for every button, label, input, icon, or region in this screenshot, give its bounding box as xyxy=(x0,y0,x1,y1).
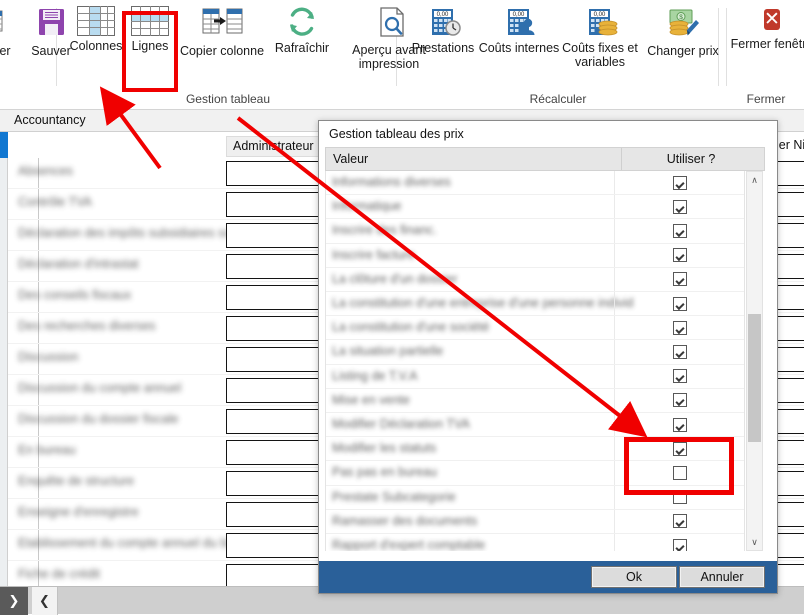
table-row-label: Des conseils fiscaux xyxy=(18,288,132,302)
ribbon-group-label-recalculer: Récalculer xyxy=(529,92,587,106)
nav-prev-button[interactable]: ❮ xyxy=(32,587,58,615)
dialog-row-label: Prestate Subcategorie xyxy=(332,489,456,504)
dialog-row-checkbox-cell[interactable] xyxy=(615,244,744,267)
ribbon-group-label-gestion-tableau: Gestion tableau xyxy=(185,92,271,106)
dialog-column-header: Valeur Utiliser ? xyxy=(325,147,765,171)
dialog-row-checkbox-cell[interactable] xyxy=(615,340,744,363)
dialog-row-label: La clôture d'un dossier xyxy=(332,271,458,286)
dialog-row-label: Pas pas en bureau xyxy=(332,465,437,480)
dialog-row-label: Rapport d'expert comptable xyxy=(332,538,486,551)
dialog-row-label: La situation partielle xyxy=(332,344,444,359)
checkbox-checked-icon[interactable] xyxy=(673,514,687,529)
dialog-row[interactable]: Informatique xyxy=(326,195,744,220)
checkbox-checked-icon[interactable] xyxy=(673,199,687,214)
dialog-row-label: Inscrire facture xyxy=(332,247,415,262)
dialog-row[interactable]: Mise en vente xyxy=(326,388,744,413)
table-row-label: Discussion du compte annuel xyxy=(18,381,182,395)
dialog-row-label: Informatique xyxy=(332,199,402,214)
highlight-box-unchecked-rows xyxy=(624,437,734,495)
checkbox-checked-icon[interactable] xyxy=(673,320,687,335)
dialog-row-label: Informations diverses xyxy=(332,175,451,189)
checkbox-checked-icon[interactable] xyxy=(673,393,687,408)
dialog-row-checkbox-cell[interactable] xyxy=(615,389,744,412)
checkbox-checked-icon[interactable] xyxy=(673,369,687,384)
dialog-row-label: La constitution d'une entreprise d'une p… xyxy=(332,296,634,310)
dialog-row[interactable]: Modifier Déclaration TVA xyxy=(326,413,744,438)
cancel-button[interactable]: Annuler xyxy=(679,566,765,588)
dialog-row[interactable]: La clôture d'un dossier xyxy=(326,267,744,292)
scroll-thumb[interactable] xyxy=(748,314,761,442)
dialog-row[interactable]: Informations diverses xyxy=(326,171,744,196)
dialog-row-checkbox-cell[interactable] xyxy=(615,195,744,218)
checkbox-checked-icon[interactable] xyxy=(673,417,687,432)
table-row-label: Discussion xyxy=(18,350,79,364)
dialog-row-label: Listing de T.V.A xyxy=(332,368,418,383)
table-row-label: Déclaration des impôts subsidiaires soci xyxy=(18,226,241,240)
table-row-label: Absences xyxy=(18,164,73,178)
dialog-row[interactable]: Inscrire facture xyxy=(326,243,744,268)
checkbox-checked-icon[interactable] xyxy=(673,538,687,551)
dialog-row-checkbox-cell[interactable] xyxy=(615,268,744,291)
dialog-row-checkbox-cell[interactable] xyxy=(615,510,744,533)
dialog-row[interactable]: La situation partielle xyxy=(326,340,744,365)
dialog-row-checkbox-cell[interactable] xyxy=(615,171,744,194)
ribbon-separator-4 xyxy=(726,8,727,86)
ok-button[interactable]: Ok xyxy=(591,566,677,588)
ribbon-group-label-fermer: Fermer xyxy=(746,92,786,106)
dialog-row-label: Modifier les statuts xyxy=(332,441,437,456)
row-header-selected[interactable] xyxy=(0,132,8,158)
dialog-row-checkbox-cell[interactable] xyxy=(615,219,744,242)
dialog-row-checkbox-cell[interactable] xyxy=(615,413,744,436)
checkbox-checked-icon[interactable] xyxy=(673,175,687,190)
gestion-tableau-des-prix-dialog: Gestion tableau des prix Valeur Utiliser… xyxy=(318,120,778,594)
dialog-row-checkbox-cell[interactable] xyxy=(615,292,744,315)
dialog-column-utiliser[interactable]: Utiliser ? xyxy=(626,148,756,170)
dialog-row[interactable]: La constitution d'une entreprise d'une p… xyxy=(326,292,744,317)
checkbox-checked-icon[interactable] xyxy=(673,248,687,263)
table-row-label: Fiche de crédit xyxy=(18,567,100,581)
checkbox-checked-icon[interactable] xyxy=(673,344,687,359)
dialog-vertical-scrollbar[interactable]: ∧ ∨ xyxy=(746,171,763,551)
dialog-row-checkbox-cell[interactable] xyxy=(615,534,744,551)
dialog-row[interactable]: Ramasser des documents xyxy=(326,509,744,534)
table-row-label: En bureau xyxy=(18,443,76,457)
table-row-label: Des recherches diverses xyxy=(18,319,156,333)
table-row-label: Enquête de structure xyxy=(18,474,135,488)
checkbox-checked-icon[interactable] xyxy=(673,272,687,287)
table-row-label: Enseigne d'enregistre xyxy=(18,505,139,519)
ribbon-group-gestion-tableau: Gestion tableau xyxy=(60,0,396,110)
ribbon-group-fermer: Fermer xyxy=(728,0,804,110)
dialog-column-divider xyxy=(621,148,622,170)
dialog-row[interactable]: Inscrire des financ. xyxy=(326,219,744,244)
dialog-row[interactable]: Listing de T.V.A xyxy=(326,364,744,389)
checkbox-checked-icon[interactable] xyxy=(673,223,687,238)
highlight-box-lignes-button xyxy=(122,11,178,92)
nav-first-button[interactable]: ❯ xyxy=(0,587,28,615)
table-row-label: Etablissement du compte annuel du bil xyxy=(18,536,233,550)
table-row-label: Discussion du dossier fiscale xyxy=(18,412,179,426)
dialog-row-label: La constitution d'une société xyxy=(332,320,490,335)
dialog-row-label: Inscrire des financ. xyxy=(332,223,437,238)
dialog-row-label: Ramasser des documents xyxy=(332,513,478,528)
dialog-row-checkbox-cell[interactable] xyxy=(615,365,744,388)
dialog-row-label: Mise en vente xyxy=(332,392,410,407)
dialog-row[interactable]: La constitution d'une société xyxy=(326,316,744,341)
dialog-row[interactable]: Rapport d'expert comptable xyxy=(326,534,744,551)
ribbon-toolbar: er Sauver Colonnes Lignes Copier colonne… xyxy=(0,0,804,110)
scroll-up-arrow[interactable]: ∧ xyxy=(747,172,762,188)
scroll-down-arrow[interactable]: ∨ xyxy=(747,534,762,550)
checkbox-checked-icon[interactable] xyxy=(673,296,687,311)
dialog-column-valeur[interactable]: Valeur xyxy=(333,148,368,170)
table-row-label: Contrôle TVA xyxy=(18,195,92,209)
table-row-label: Déclaration d'intrastat xyxy=(18,257,139,271)
dialog-row-checkbox-cell[interactable] xyxy=(615,316,744,339)
tab-accountancy[interactable]: Accountancy xyxy=(14,113,86,127)
dialog-row-label: Modifier Déclaration TVA xyxy=(332,417,470,431)
dialog-title: Gestion tableau des prix xyxy=(319,121,777,147)
ribbon-group-recalculer: Récalculer xyxy=(398,0,718,110)
dialog-footer: Ok Annuler xyxy=(319,561,777,593)
row-header-strip xyxy=(0,132,8,592)
